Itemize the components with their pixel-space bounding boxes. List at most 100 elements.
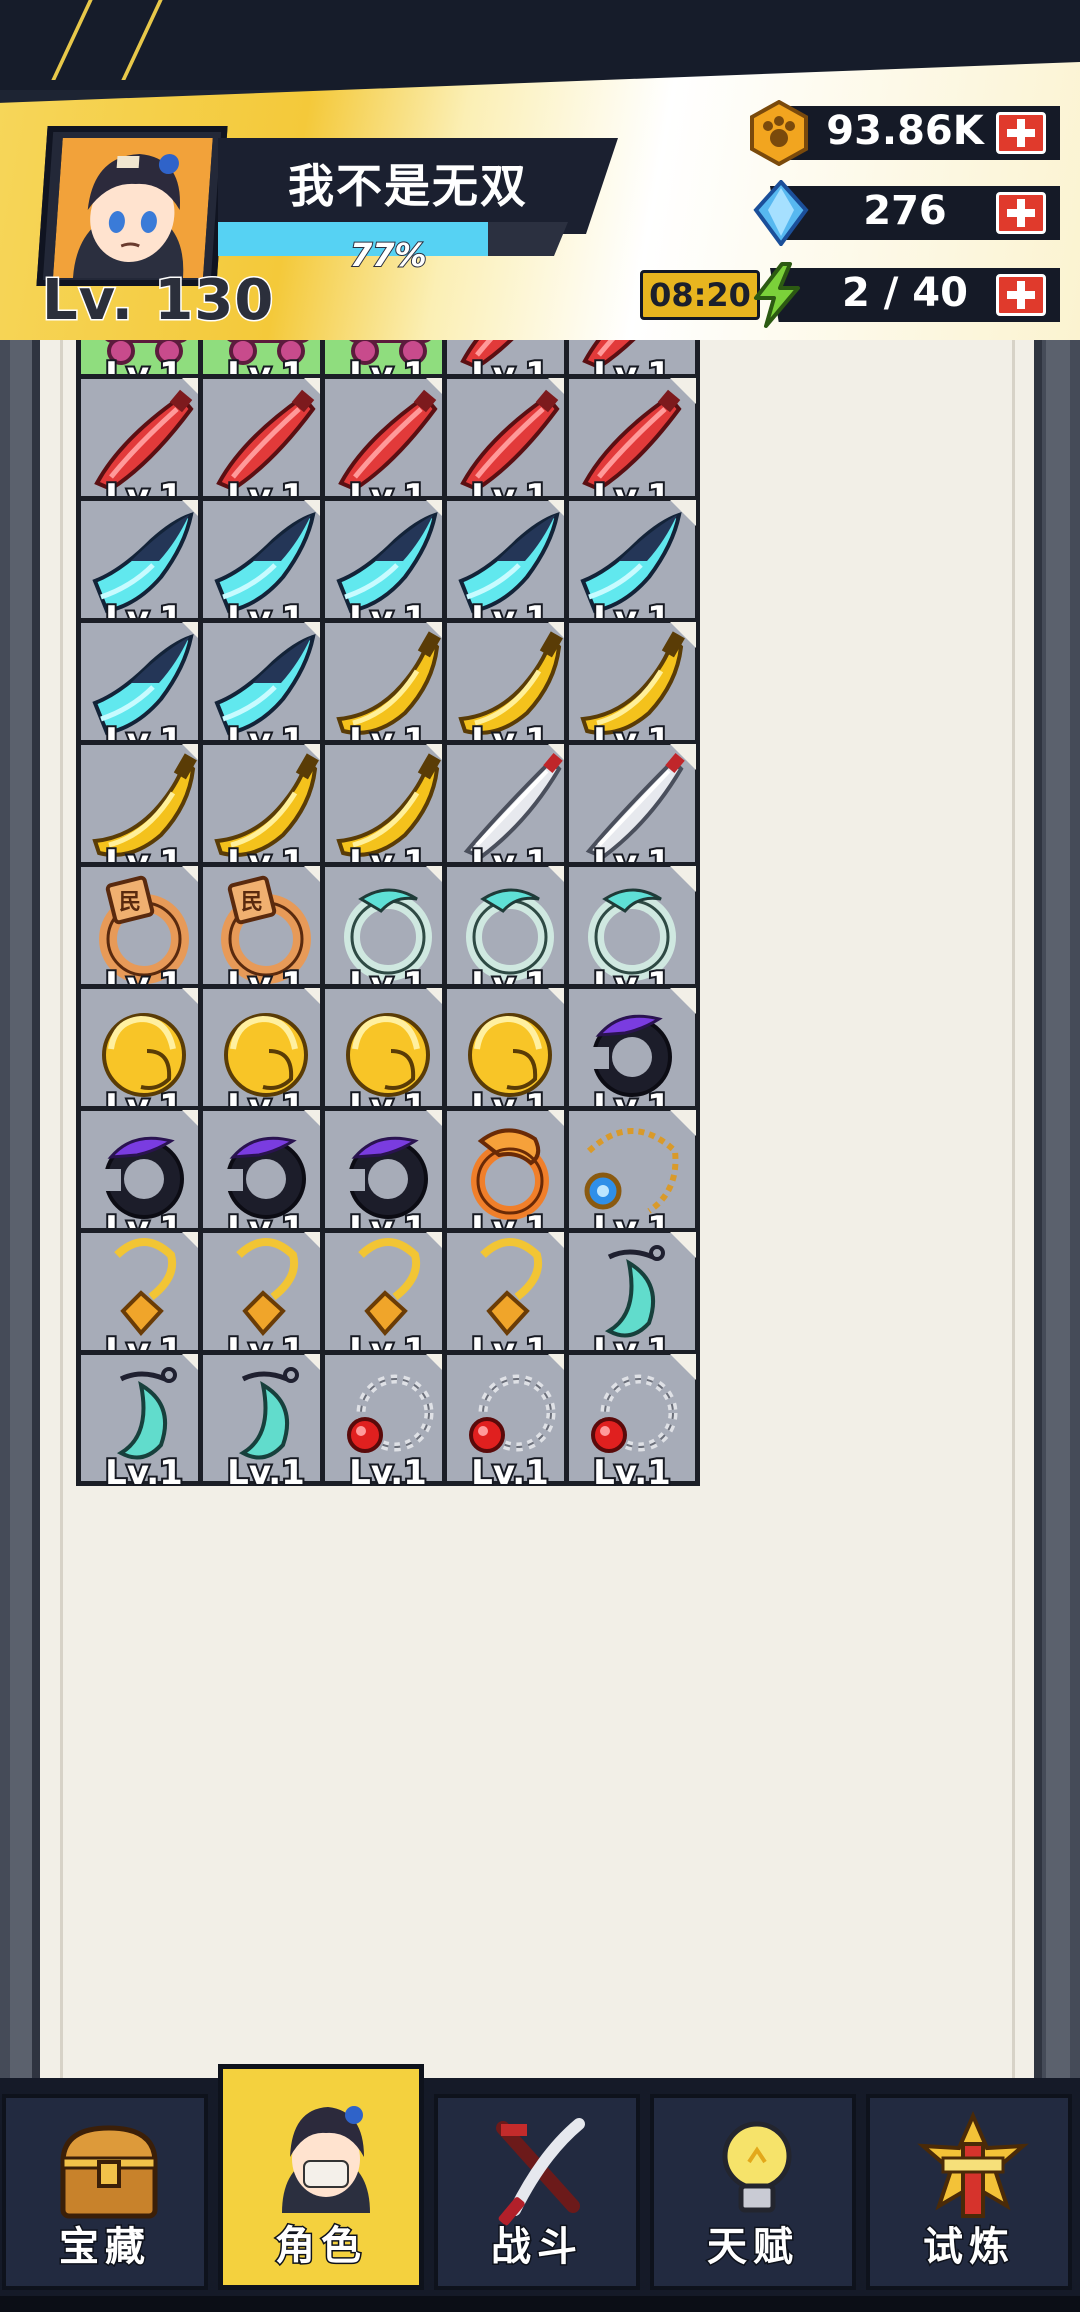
tab-label: 天赋: [706, 2223, 799, 2272]
item-level-label: Lv.1: [591, 1451, 673, 1495]
equipment-slot-jade-ring[interactable]: Lv.1: [564, 862, 700, 1007]
equipment-slot-cyan-blade[interactable]: Lv.1: [442, 496, 578, 641]
equipment-slot-gold-ring[interactable]: Lv.1: [76, 984, 212, 1129]
gold-resource: 93.86K: [750, 100, 1070, 166]
add-gold-button[interactable]: [996, 112, 1046, 154]
equipment-slot-cyan-blade[interactable]: Lv.1: [76, 618, 212, 763]
item-level-label: Lv.1: [225, 1451, 307, 1495]
slot-corner-fold: [670, 500, 696, 526]
item-level-label: Lv.1: [347, 1451, 429, 1495]
paw-coin-icon: [750, 100, 808, 166]
player-avatar[interactable]: [36, 126, 228, 286]
equipment-slot-yellow-blade[interactable]: Lv.1: [198, 740, 334, 885]
equipment-slot-cyan-blade[interactable]: Lv.1: [198, 618, 334, 763]
equipment-slot-cyan-blade[interactable]: Lv.1: [320, 496, 456, 641]
slot-corner-fold: [670, 378, 696, 404]
tab-label: 宝藏: [58, 2223, 151, 2272]
gold-value: 93.86K: [826, 108, 984, 154]
equipment-slot-jade-ring[interactable]: Lv.1: [320, 862, 456, 1007]
tab-trial[interactable]: 试炼: [866, 2094, 1072, 2290]
equipment-slot-gold-pendant[interactable]: Lv.1: [76, 1228, 212, 1373]
slot-corner-fold: [670, 1110, 696, 1136]
equipment-slot-dragon-ring[interactable]: Lv.1: [442, 1106, 578, 1251]
slot-corner-fold: [670, 866, 696, 892]
gem-resource: 276: [753, 180, 1070, 246]
tab-label: 试炼: [922, 2223, 1015, 2272]
equipment-slot-jade-ring[interactable]: Lv.1: [442, 862, 578, 1007]
player-level: Lv. 130: [40, 267, 275, 335]
equipment-slot-yellow-blade[interactable]: Lv.1: [564, 618, 700, 763]
decor-streak: [121, 0, 163, 80]
svg-text:民: 民: [119, 890, 141, 915]
item-level-label: Lv.1: [469, 1451, 551, 1495]
equipment-slot-red-sword[interactable]: Lv.1: [564, 374, 700, 519]
equipment-slot-yellow-blade[interactable]: Lv.1: [320, 618, 456, 763]
tab-label: 战斗: [490, 2223, 583, 2272]
tab-battle[interactable]: 战斗: [434, 2094, 640, 2290]
equipment-slot-yellow-blade[interactable]: Lv.1: [320, 740, 456, 885]
tab-character[interactable]: 角色: [218, 2064, 424, 2290]
slot-corner-fold: [670, 1232, 696, 1258]
energy-value: 2 / 40: [842, 270, 968, 316]
equipment-slot-teal-pendant[interactable]: Lv.1: [564, 1228, 700, 1373]
character-avatar-icon: [282, 2106, 370, 2213]
slot-corner-fold: [670, 988, 696, 1014]
add-gem-button[interactable]: [996, 192, 1046, 234]
equipment-slot-ruby-bracelet[interactable]: Lv.1: [320, 1350, 456, 1495]
slot-corner-fold: [670, 622, 696, 648]
equipment-slot-purple-ring[interactable]: Lv.1: [564, 984, 700, 1129]
equipment-inventory-grid[interactable]: Lv.1Lv.1Lv.1Lv.1Lv.1Lv.1Lv.1Lv.1Lv.1Lv.1…: [32, 340, 1042, 2080]
equipment-slot-purple-ring[interactable]: Lv.1: [320, 1106, 456, 1251]
gem-value: 276: [863, 188, 947, 234]
svg-text:民: 民: [241, 890, 263, 915]
equipment-slot-gold-ring[interactable]: Lv.1: [320, 984, 456, 1129]
equipment-slot-purple-ring[interactable]: Lv.1: [198, 1106, 334, 1251]
equipment-slot-teal-pendant[interactable]: Lv.1: [76, 1350, 212, 1495]
crossed-swords-icon: [496, 2118, 585, 2226]
equipment-slot-copper-ring[interactable]: 民Lv.1: [76, 862, 212, 1007]
slot-corner-fold: [670, 1354, 696, 1380]
equipment-slot-copper-ring[interactable]: 民Lv.1: [198, 862, 334, 1007]
tab-label: 角色: [274, 2222, 367, 2271]
equipment-slot-white-blade[interactable]: Lv.1: [564, 740, 700, 885]
avatar-portrait-icon: [52, 138, 213, 278]
add-energy-button[interactable]: [996, 274, 1046, 316]
equipment-slot-yellow-blade[interactable]: Lv.1: [442, 618, 578, 763]
equipment-slot-red-sword[interactable]: Lv.1: [320, 374, 456, 519]
item-level-label: Lv.1: [103, 1451, 185, 1495]
equipment-slot-cyan-blade[interactable]: Lv.1: [76, 496, 212, 641]
equipment-slot-sapphire-necklace[interactable]: Lv.1: [564, 1106, 700, 1251]
panel-rail-left: [10, 340, 34, 2080]
equipment-slot-ruby-bracelet[interactable]: Lv.1: [442, 1350, 578, 1495]
energy-timer: 08:20: [640, 270, 760, 320]
xp-percent: 77%: [349, 235, 428, 275]
player-name[interactable]: 我不是无双: [218, 150, 598, 216]
tab-talent[interactable]: 天赋: [650, 2094, 856, 2290]
equipment-slot-gold-pendant[interactable]: Lv.1: [198, 1228, 334, 1373]
equipment-slot-red-sword[interactable]: Lv.1: [442, 374, 578, 519]
lightning-icon: [754, 262, 800, 328]
equipment-slot-cyan-blade[interactable]: Lv.1: [564, 496, 700, 641]
equipment-slot-gold-pendant[interactable]: Lv.1: [442, 1228, 578, 1373]
equipment-slot-cyan-blade[interactable]: Lv.1: [198, 496, 334, 641]
equipment-slot-gold-pendant[interactable]: Lv.1: [320, 1228, 456, 1373]
treasure-chest-icon: [60, 2125, 158, 2219]
blue-crystal-icon: [753, 180, 809, 246]
equipment-slot-red-sword[interactable]: Lv.1: [76, 374, 212, 519]
equipment-slot-gold-ring[interactable]: Lv.1: [442, 984, 578, 1129]
slot-corner-fold: [670, 744, 696, 770]
energy-resource: 2 / 40: [754, 262, 1070, 328]
equipment-slot-purple-ring[interactable]: Lv.1: [76, 1106, 212, 1251]
equipment-slot-gold-ring[interactable]: Lv.1: [198, 984, 334, 1129]
equipment-slot-yellow-blade[interactable]: Lv.1: [76, 740, 212, 885]
decor-streak: [51, 0, 93, 80]
tab-treasure[interactable]: 宝藏: [2, 2094, 208, 2290]
equipment-slot-teal-pendant[interactable]: Lv.1: [198, 1350, 334, 1495]
bottom-edge: [0, 2296, 1080, 2312]
equipment-slot-ruby-bracelet[interactable]: Lv.1: [564, 1350, 700, 1495]
panel-rail-right: [1046, 340, 1070, 2080]
trial-emblem-icon: [917, 2111, 1029, 2218]
lightbulb-icon: [722, 2121, 792, 2213]
equipment-slot-red-sword[interactable]: Lv.1: [198, 374, 334, 519]
equipment-slot-white-blade[interactable]: Lv.1: [442, 740, 578, 885]
